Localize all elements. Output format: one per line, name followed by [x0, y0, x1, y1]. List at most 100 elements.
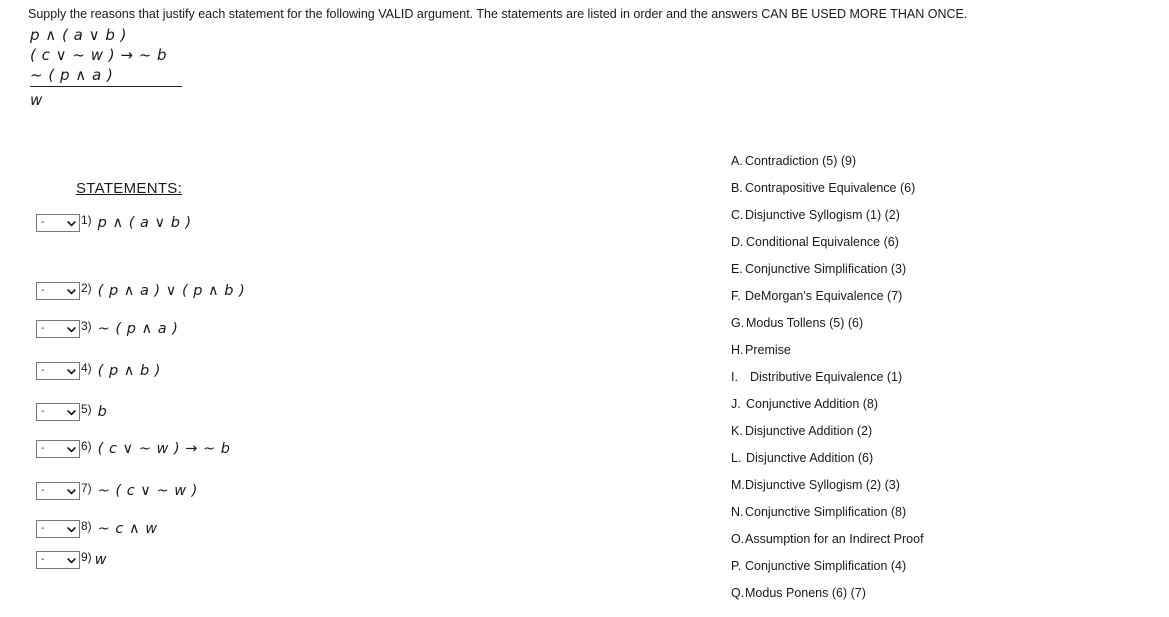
answer-option-letter: M.: [731, 478, 745, 492]
statement-number: 6): [81, 439, 92, 453]
chevron-down-icon: [67, 219, 76, 228]
answer-option-label: Disjunctive Addition (2): [745, 424, 873, 438]
answer-option-label: Conjunctive Simplification (4): [745, 559, 907, 573]
answer-option: C. Disjunctive Syllogism (1) (2): [731, 208, 1131, 235]
answer-option-letter: E.: [731, 262, 743, 276]
answer-option-label: Contrapositive Equivalence (6): [745, 181, 916, 195]
statement-expression: ( p ∧ b ): [97, 363, 161, 379]
statement-expression: p ∧ ( a ∨ b ): [97, 215, 192, 231]
reason-select-value: -: [41, 406, 45, 417]
chevron-down-icon: [67, 325, 76, 334]
answer-option: B. Contrapositive Equivalence (6): [731, 181, 1131, 208]
statement-row: - 4) ( p ∧ b ): [36, 360, 161, 382]
answer-options-list: A. Contradiction (5) (9) B. Contrapositive …: [731, 154, 1131, 613]
statement-number: 8): [81, 519, 92, 533]
answer-option-label: Conditional Equivalence (6): [746, 235, 899, 249]
argument-conclusion: w: [30, 91, 43, 109]
reason-select-9[interactable]: -: [36, 551, 80, 569]
answer-option: J. Conjunctive Addition (8): [731, 397, 1131, 424]
answer-option-letter: H.: [731, 343, 744, 357]
statement-expression: ( p ∧ a ) ∨ ( p ∧ b ): [97, 283, 246, 299]
chevron-down-icon: [67, 408, 76, 417]
answer-option: I. Distributive Equivalence (1): [731, 370, 1131, 397]
argument-block: p ∧ ( a ∨ b ) ( c ∨ ~ w ) → ~ b ~ ( p ∧ …: [30, 25, 182, 110]
reason-select-5[interactable]: -: [36, 403, 80, 421]
reason-select-4[interactable]: -: [36, 362, 80, 380]
answer-option-label: Disjunctive Syllogism (2) (3): [745, 478, 900, 492]
answer-option-letter: D.: [731, 235, 744, 249]
chevron-down-icon: [67, 445, 76, 454]
answer-option-label: Disjunctive Addition (6): [746, 451, 874, 465]
answer-option-letter: G.: [731, 316, 745, 330]
answer-option: A. Contradiction (5) (9): [731, 154, 1131, 181]
answer-option: M. Disjunctive Syllogism (2) (3): [731, 478, 1131, 505]
statement-number: 2): [81, 281, 92, 295]
answer-option: N. Conjunctive Simplification (8): [731, 505, 1131, 532]
statement-expression: b: [97, 404, 108, 420]
reason-select-value: -: [41, 443, 45, 454]
reason-select-6[interactable]: -: [36, 440, 80, 458]
statement-row: - 9) w: [36, 549, 107, 571]
answer-option-letter: J.: [731, 397, 741, 411]
reason-select-2[interactable]: -: [36, 282, 80, 300]
answer-option-label: Premise: [745, 343, 791, 357]
reason-select-value: -: [41, 485, 45, 496]
answer-option: F. DeMorgan's Equivalence (7): [731, 289, 1131, 316]
answer-option-label: DeMorgan's Equivalence (7): [745, 289, 903, 303]
statement-number: 1): [81, 213, 92, 227]
answer-option-letter: K.: [731, 424, 743, 438]
answer-option-label: Modus Ponens (6) (7): [745, 586, 866, 600]
answer-option: H. Premise: [731, 343, 1131, 370]
statement-expression: ( c ∨ ~ w ) → ~ b: [97, 441, 231, 457]
answer-option-label: Conjunctive Simplification (8): [745, 505, 907, 519]
statement-row: - 3) ~ ( p ∧ a ): [36, 318, 178, 340]
answer-option-letter: N.: [731, 505, 744, 519]
answer-option-label: Conjunctive Simplification (3): [745, 262, 907, 276]
reason-select-8[interactable]: -: [36, 520, 80, 538]
statement-expression: ~ c ∧ w: [97, 521, 158, 537]
statement-number: 7): [81, 481, 92, 495]
statement-row: - 8) ~ c ∧ w: [36, 518, 158, 540]
statement-row: - 1) p ∧ ( a ∨ b ): [36, 212, 192, 234]
statement-number: 3): [81, 319, 92, 333]
argument-premise-3: ~ ( p ∧ a ): [30, 65, 182, 87]
reason-select-value: -: [41, 323, 45, 334]
reason-select-value: -: [41, 554, 45, 565]
answer-option: G. Modus Tollens (5) (6): [731, 316, 1131, 343]
answer-option: K. Disjunctive Addition (2): [731, 424, 1131, 451]
reason-select-value: -: [41, 285, 45, 296]
answer-option-letter: I.: [731, 370, 738, 384]
statements-heading: STATEMENTS:: [76, 180, 183, 197]
statement-row: - 5) b: [36, 401, 107, 423]
chevron-down-icon: [67, 367, 76, 376]
answer-option-letter: P.: [731, 559, 742, 573]
statement-expression: w: [94, 552, 108, 568]
answer-option-letter: A.: [731, 154, 743, 168]
answer-option-letter: L.: [731, 451, 742, 465]
chevron-down-icon: [67, 556, 76, 565]
reason-select-1[interactable]: -: [36, 214, 80, 232]
statement-number: 4): [81, 361, 92, 375]
answer-option-label: Disjunctive Syllogism (1) (2): [745, 208, 900, 222]
statement-row: - 6) ( c ∨ ~ w ) → ~ b: [36, 438, 230, 460]
answer-option-label: Modus Tollens (5) (6): [746, 316, 864, 330]
chevron-down-icon: [67, 287, 76, 296]
answer-option-letter: C.: [731, 208, 744, 222]
argument-premise-1: p ∧ ( a ∨ b ): [30, 26, 128, 44]
reason-select-3[interactable]: -: [36, 320, 80, 338]
chevron-down-icon: [67, 487, 76, 496]
reason-select-value: -: [41, 217, 45, 228]
instruction-text: Supply the reasons that justify each sta…: [28, 7, 968, 21]
statement-number: 9): [81, 550, 92, 564]
answer-option: O. Assumption for an Indirect Proof: [731, 532, 1131, 559]
reason-select-value: -: [41, 365, 45, 376]
argument-premise-2: ( c ∨ ~ w ) → ~ b: [30, 46, 168, 64]
answer-option: Q. Modus Ponens (6) (7): [731, 586, 1131, 613]
reason-select-7[interactable]: -: [36, 482, 80, 500]
answer-option-letter: Q.: [731, 586, 745, 600]
answer-option-label: Conjunctive Addition (8): [746, 397, 879, 411]
answer-option-label: Distributive Equivalence (1): [750, 370, 903, 384]
answer-option: P. Conjunctive Simplification (4): [731, 559, 1131, 586]
statement-row: - 7) ~ ( c ∨ ~ w ): [36, 480, 198, 502]
answer-option-letter: O.: [731, 532, 745, 546]
